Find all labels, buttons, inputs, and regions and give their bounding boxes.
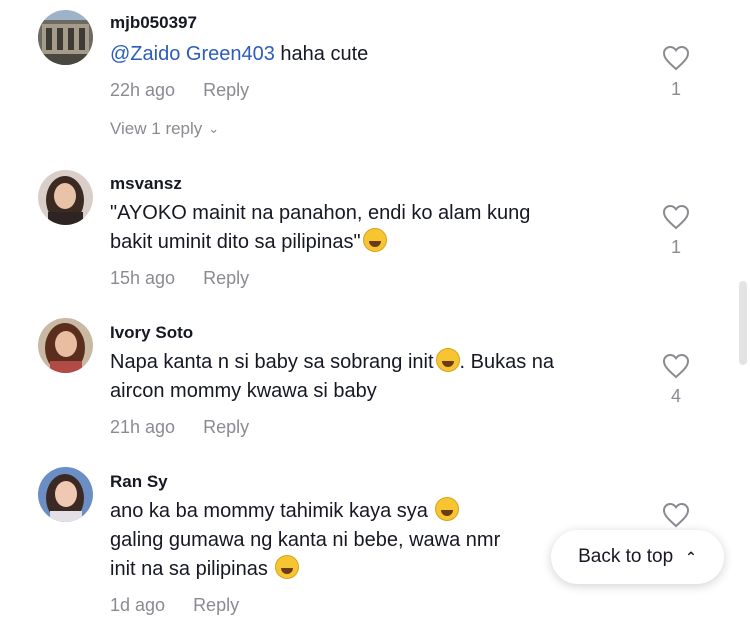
reply-button[interactable]: Reply xyxy=(193,595,239,615)
comment-text: "AYOKO mainit na panahon, endi ko alam k… xyxy=(110,199,580,257)
laughing-emoji-icon xyxy=(362,228,387,252)
like-button[interactable] xyxy=(662,204,690,230)
comment-text-line: Napa kanta n si baby sa sobrang init . Bu… xyxy=(110,348,580,377)
comment-text-body: ano ka ba mommy tahimik kaya sya xyxy=(110,500,434,522)
grinning-sweat-emoji-icon xyxy=(275,555,300,579)
comment-text-line: ano ka ba mommy tahimik kaya sya xyxy=(110,497,580,526)
comment-meta: 15h ago Reply xyxy=(110,268,249,289)
comment-text-line: bakit uminit dito sa pilipinas" xyxy=(110,228,580,257)
scrollbar[interactable] xyxy=(739,281,747,365)
double-chevron-up-icon: ⌃ xyxy=(685,548,697,565)
like-button[interactable] xyxy=(662,353,690,379)
avatar[interactable] xyxy=(38,318,93,373)
comment-meta: 21h ago Reply xyxy=(110,417,249,438)
heart-icon xyxy=(662,45,690,71)
comment-text-body: Napa kanta n si baby sa sobrang init xyxy=(110,351,434,373)
like-button[interactable] xyxy=(662,502,690,528)
grinning-sweat-emoji-icon xyxy=(435,348,460,372)
back-to-top-button[interactable]: Back to top ⌃ xyxy=(551,530,724,584)
comment-meta: 22h ago Reply xyxy=(110,80,249,101)
heart-icon xyxy=(662,204,690,230)
like-count: 1 xyxy=(670,79,681,99)
comment-time: 15h ago xyxy=(110,268,176,288)
comment-username[interactable]: Ivory Soto xyxy=(110,323,193,343)
reply-button[interactable]: Reply xyxy=(203,268,249,288)
reply-button[interactable]: Reply xyxy=(203,80,249,100)
heart-icon xyxy=(662,502,690,528)
zany-face-emoji-icon xyxy=(435,497,460,521)
view-replies-label: View 1 reply xyxy=(110,119,203,138)
comment-text-body: init na sa pilipinas xyxy=(110,558,274,580)
comment-time: 1d ago xyxy=(110,595,166,615)
comment-text-line: galing gumawa ng kanta ni bebe, wawa nmr xyxy=(110,529,501,551)
avatar[interactable] xyxy=(38,467,93,522)
comment-time: 22h ago xyxy=(110,80,176,100)
comment-text-line: "AYOKO mainit na panahon, endi ko alam k… xyxy=(110,202,531,224)
like-count: 4 xyxy=(670,386,681,406)
comment-text-body: haha cute xyxy=(274,43,369,65)
reply-button[interactable]: Reply xyxy=(203,417,249,437)
chevron-down-icon: ⌄ xyxy=(208,121,220,136)
avatar[interactable] xyxy=(38,10,93,65)
avatar[interactable] xyxy=(38,170,93,225)
comment-meta: 1d ago Reply xyxy=(110,595,239,616)
like-count: 1 xyxy=(670,237,681,257)
comment-text-line: aircon mommy kwawa si baby xyxy=(110,380,377,402)
comment-text-line: init na sa pilipinas xyxy=(110,555,580,584)
view-replies-button[interactable]: View 1 reply ⌄ xyxy=(110,119,219,139)
comment-text: Napa kanta n si baby sa sobrang init . Bu… xyxy=(110,348,580,406)
mention-link[interactable]: @Zaido Green403 xyxy=(110,43,275,65)
comment-text: ano ka ba mommy tahimik kaya sya galing … xyxy=(110,497,580,584)
comment-time: 21h ago xyxy=(110,417,176,437)
comment-text: @Zaido Green403 haha cute xyxy=(110,40,580,69)
like-button[interactable] xyxy=(662,45,690,71)
comment-text-body: bakit uminit dito sa pilipinas" xyxy=(110,231,361,253)
comment-text-body: . Bukas na xyxy=(459,351,555,373)
comment-username[interactable]: Ran Sy xyxy=(110,472,168,492)
heart-icon xyxy=(662,353,690,379)
comment-username[interactable]: msvansz xyxy=(110,174,182,194)
comment-username[interactable]: mjb050397 xyxy=(110,13,197,33)
back-to-top-label: Back to top xyxy=(578,546,674,567)
